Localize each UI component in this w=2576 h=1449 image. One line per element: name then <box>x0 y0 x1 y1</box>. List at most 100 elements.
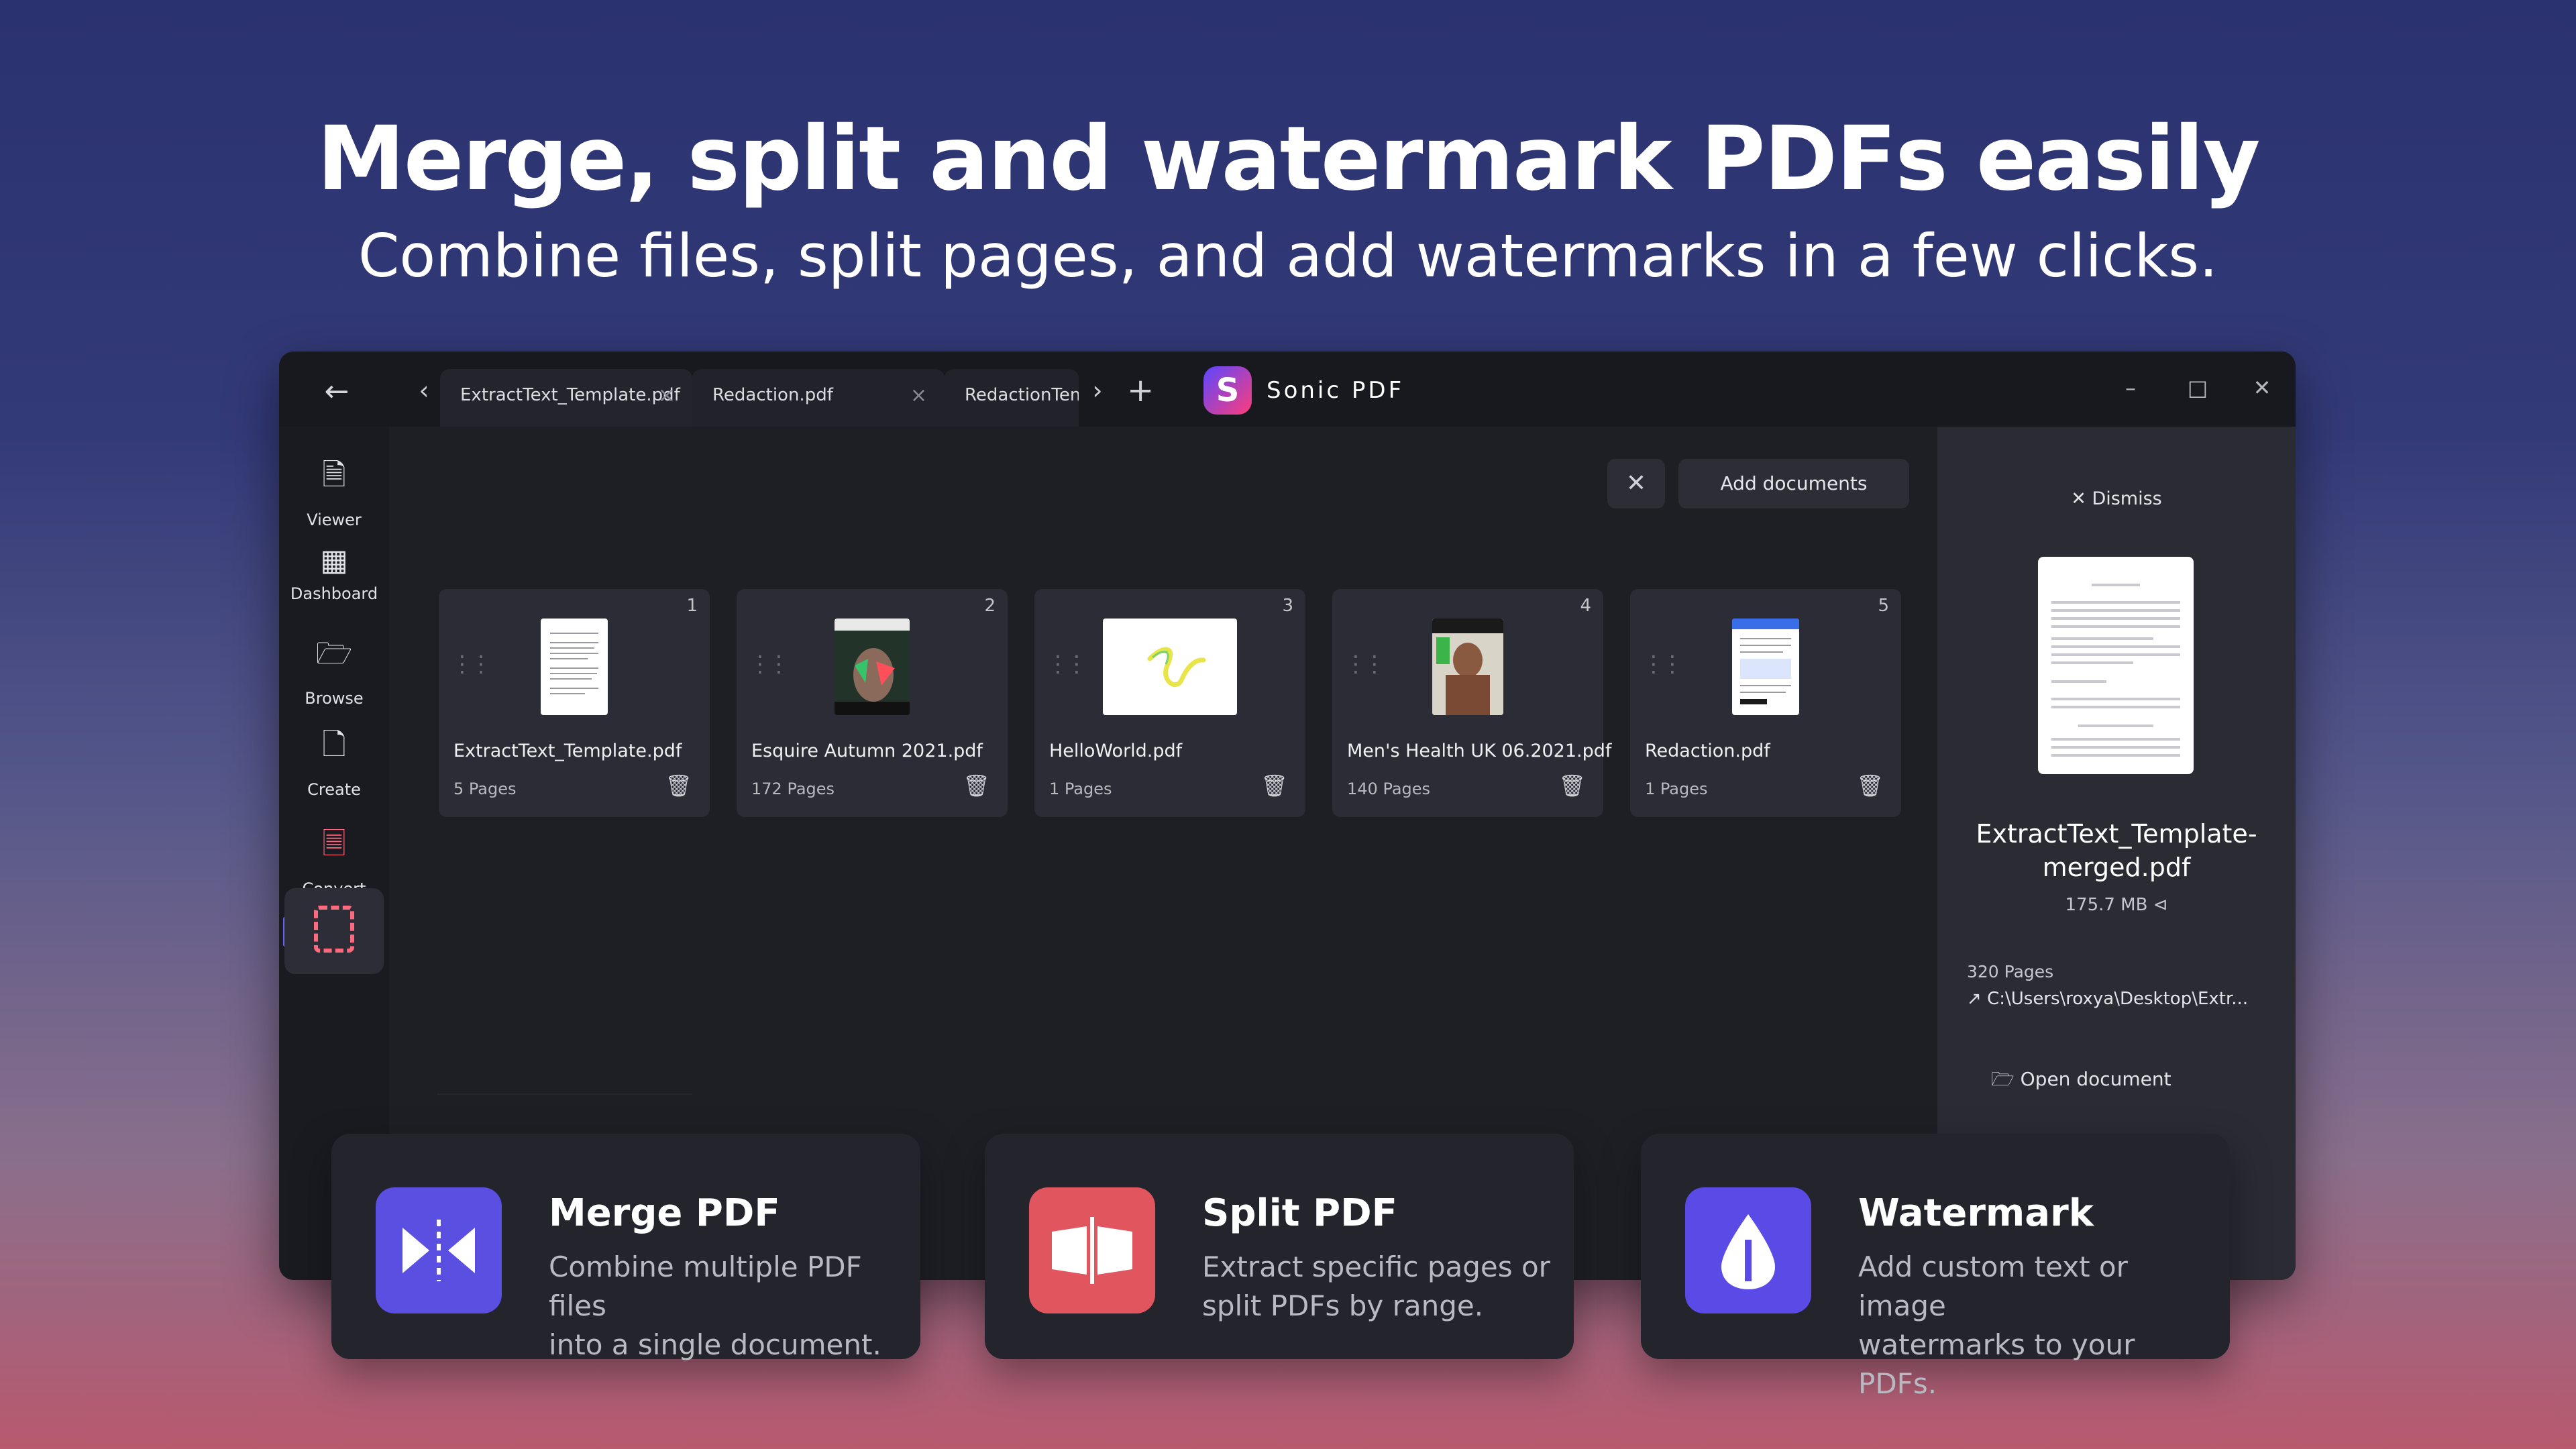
close-icon[interactable]: × <box>658 384 675 407</box>
feature-description-line: Extract specific pages or <box>1202 1250 1550 1283</box>
tab-label: Redaction.pdf <box>712 385 833 405</box>
document-name: Men's Health UK 06.2021.pdf <box>1347 741 1612 761</box>
feature-title: Split PDF <box>1202 1191 1397 1235</box>
merged-file-name-line2: merged.pdf <box>2042 853 2191 882</box>
document-index: 2 <box>984 596 996 616</box>
sidebar-item-label: Viewer <box>307 511 362 529</box>
add-documents-button[interactable]: Add documents <box>1678 459 1909 508</box>
document-pages: 1 Pages <box>1049 780 1112 798</box>
feature-title: Merge PDF <box>549 1191 780 1235</box>
feature-description-line: split PDFs by range. <box>1202 1289 1484 1322</box>
window-close-icon[interactable]: ✕ <box>2242 368 2282 408</box>
clear-list-button[interactable]: ✕ <box>1607 459 1665 508</box>
merged-page-count: 320 Pages <box>1967 962 2054 981</box>
pdf-tools-icon <box>314 906 354 953</box>
feature-description-line: watermarks to your PDFs. <box>1858 1328 2135 1400</box>
drag-handle-icon[interactable]: ⋮⋮ <box>1642 651 1684 678</box>
maximize-icon[interactable]: □ <box>2178 368 2218 408</box>
title-bar: ← ‹ ExtractText_Template.pdf × Redaction… <box>279 352 2296 427</box>
document-pages: 140 Pages <box>1347 780 1431 798</box>
share-icon[interactable]: ⊲ <box>2153 895 2168 915</box>
drag-handle-icon[interactable]: ⋮⋮ <box>1344 651 1386 678</box>
tab-redactiontemplate[interactable]: RedactionTempla <box>945 369 1079 427</box>
convert-icon: 🗏 <box>322 827 346 861</box>
document-index: 3 <box>1282 596 1293 616</box>
feature-card-watermark: Watermark Add custom text or image water… <box>1641 1134 2230 1400</box>
add-tab-icon[interactable]: + <box>1127 372 1154 409</box>
document-card[interactable]: 1 ⋮⋮ ExtractText_Template.pdf 5 Pages 🗑 <box>439 589 710 817</box>
trash-icon[interactable]: 🗑 <box>1558 773 1586 798</box>
sidebar-item-label: Browse <box>305 689 364 708</box>
document-pages: 5 Pages <box>453 780 517 798</box>
tab-scroll-left-icon[interactable]: ‹ <box>411 377 437 404</box>
folder-icon: 🗁 <box>315 637 353 671</box>
document-thumbnail <box>1732 619 1799 715</box>
document-thumbnail <box>835 619 910 715</box>
document-card[interactable]: 5 ⋮⋮ Redaction.pdf 1 Pages 🗑 <box>1630 589 1901 817</box>
app-name: Sonic PDF <box>1267 377 1405 404</box>
document-name: Esquire Autumn 2021.pdf <box>751 741 983 761</box>
document-thumbnail <box>1432 619 1503 715</box>
tab-scroll-right-icon[interactable]: › <box>1084 377 1111 404</box>
close-icon[interactable]: × <box>910 384 927 407</box>
feature-title: Watermark <box>1858 1191 2094 1235</box>
sidebar-item-create[interactable]: 🗋 Create <box>279 723 389 799</box>
feature-description-line: Add custom text or image <box>1858 1250 2128 1322</box>
open-document-button[interactable]: 🗁 Open document <box>1991 1065 2171 1097</box>
document-card[interactable]: 3 ⋮⋮ HelloWorld.pdf 1 Pages 🗑 <box>1034 589 1305 817</box>
trash-icon[interactable]: 🗑 <box>1260 773 1288 798</box>
merged-document-preview <box>2038 557 2194 774</box>
hero-title: Merge, split and watermark PDFs easily <box>317 107 2260 211</box>
close-icon: ✕ <box>2071 488 2086 509</box>
document-card[interactable]: 4 ⋮⋮ Men's Health UK 06.2021.pdf 140 Pag… <box>1332 589 1611 817</box>
trash-icon[interactable]: 🗑 <box>963 773 990 798</box>
file-path-text: C:\Users\roxya\Desktop\Extr... <box>1987 989 2249 1009</box>
document-index: 4 <box>1580 596 1591 616</box>
sidebar-item-convert[interactable]: 🗏 Convert <box>279 822 389 898</box>
feature-description-line: Combine multiple PDF files <box>549 1250 862 1322</box>
drag-handle-icon[interactable]: ⋮⋮ <box>1046 651 1088 678</box>
merged-file-path[interactable]: ↗ C:\Users\roxya\Desktop\Extr... <box>1967 989 2248 1009</box>
document-pages: 172 Pages <box>751 780 835 798</box>
viewer-icon: 🗎 <box>322 458 346 492</box>
merged-file-name: ExtractText_Template- merged.pdf <box>1937 817 2296 884</box>
app-brand: S Sonic PDF <box>1203 366 1404 415</box>
dismiss-button[interactable]: ✕ Dismiss <box>1937 488 2296 509</box>
trash-icon[interactable]: 🗑 <box>1856 773 1884 798</box>
open-document-label: Open document <box>2020 1068 2171 1090</box>
sidebar-item-label: Dashboard <box>290 584 378 603</box>
feature-card-merge: Merge PDF Combine multiple PDF files int… <box>331 1134 920 1361</box>
app-logo-icon: S <box>1203 366 1252 415</box>
merged-file-size: 175.7 MB ⊲ <box>1937 895 2296 915</box>
divider <box>437 1093 692 1095</box>
split-pdf-icon <box>1029 1187 1155 1313</box>
file-size-value: 175.7 MB <box>2065 895 2148 915</box>
sidebar-item-dashboard[interactable]: ▦ Dashboard <box>279 543 389 603</box>
document-index: 5 <box>1878 596 1889 616</box>
merged-file-name-line1: ExtractText_Template- <box>1976 819 2257 849</box>
back-arrow-icon[interactable]: ← <box>317 372 357 412</box>
tab-extracttext[interactable]: ExtractText_Template.pdf × <box>440 369 692 427</box>
trash-icon[interactable]: 🗑 <box>665 773 692 798</box>
dashboard-icon: ▦ <box>320 543 348 578</box>
watermark-icon <box>1685 1187 1811 1313</box>
dismiss-label: Dismiss <box>2092 488 2162 509</box>
document-name: Redaction.pdf <box>1645 741 1770 761</box>
feature-description: Add custom text or image watermarks to y… <box>1858 1248 2207 1403</box>
hero-subtitle: Combine files, split pages, and add wate… <box>358 221 2218 290</box>
drag-handle-icon[interactable]: ⋮⋮ <box>451 651 492 678</box>
tab-label: ExtractText_Template.pdf <box>460 385 680 405</box>
document-card[interactable]: 2 ⋮⋮ Esquire Autumn 2021.pdf 172 Pages 🗑 <box>737 589 1008 817</box>
sidebar-item-pdf-tools[interactable] <box>284 888 384 974</box>
document-index: 1 <box>686 596 698 616</box>
minimize-icon[interactable]: – <box>2110 368 2151 408</box>
document-thumbnail <box>1103 619 1237 715</box>
tab-redaction[interactable]: Redaction.pdf × <box>692 369 945 427</box>
sidebar-item-browse[interactable]: 🗁 Browse <box>279 632 389 708</box>
document-thumbnail <box>541 619 608 715</box>
folder-icon: 🗁 <box>1991 1068 2015 1090</box>
sidebar-item-viewer[interactable]: 🗎 Viewer <box>279 453 389 529</box>
document-pages: 1 Pages <box>1645 780 1708 798</box>
feature-description: Extract specific pages or split PDFs by … <box>1202 1248 1551 1326</box>
drag-handle-icon[interactable]: ⋮⋮ <box>749 651 790 678</box>
